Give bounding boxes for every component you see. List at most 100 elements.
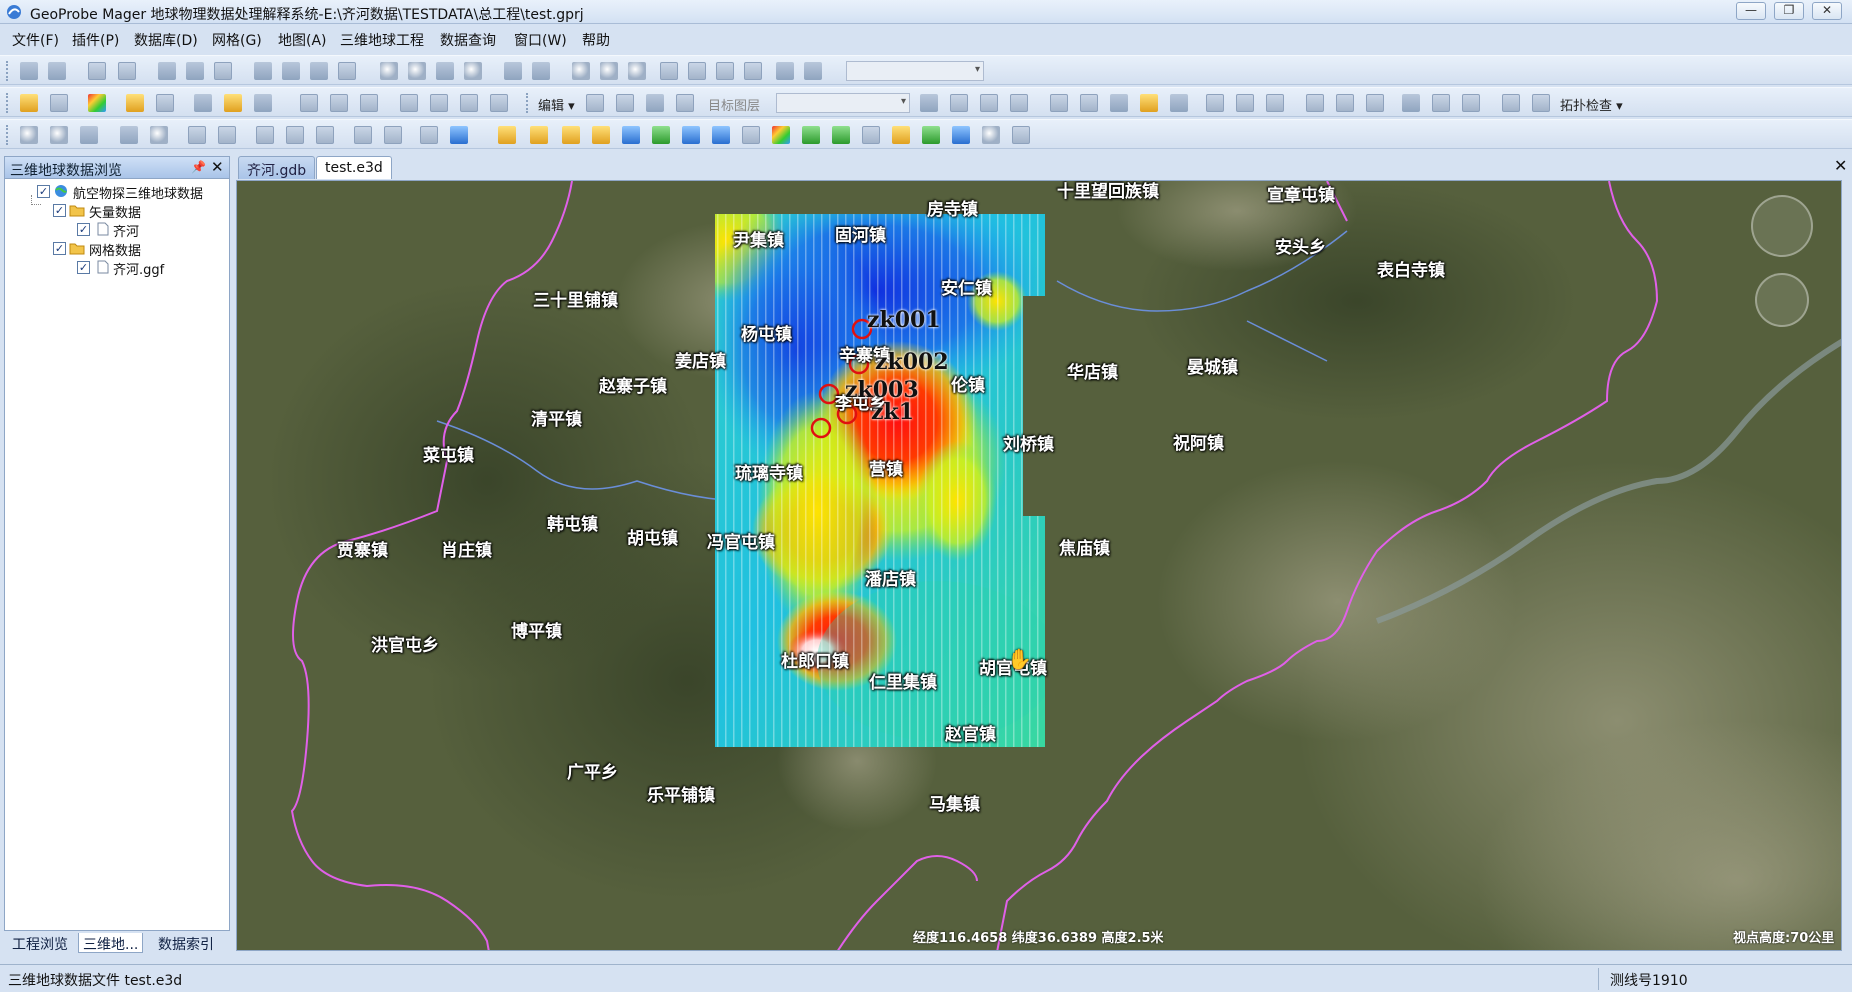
edit-pointer-icon[interactable] (586, 94, 604, 112)
drill-section-icon[interactable] (530, 126, 548, 144)
toolbar-grip[interactable] (6, 125, 10, 145)
toolbar-grip[interactable] (6, 61, 10, 81)
clipboard-icon[interactable] (1266, 94, 1284, 112)
tree-checkbox[interactable]: ✓ (77, 261, 90, 274)
redo-icon[interactable] (1532, 94, 1550, 112)
identify-icon[interactable] (150, 126, 168, 144)
fly-icon[interactable] (712, 126, 730, 144)
pencil-icon[interactable] (646, 94, 664, 112)
raise-icon[interactable] (1306, 94, 1324, 112)
rotate-view-icon[interactable] (286, 126, 304, 144)
layer-add-icon[interactable] (400, 94, 418, 112)
hand-select-icon[interactable] (498, 126, 516, 144)
hatch-icon[interactable] (862, 126, 880, 144)
tree-item-qihe-ggf[interactable]: ✓ 齐河.ggf (67, 259, 227, 278)
menu-grid[interactable]: 网格(G) (212, 30, 262, 50)
cylinder-icon[interactable] (622, 126, 640, 144)
next-view-icon[interactable] (384, 126, 402, 144)
elevation-icon[interactable] (450, 126, 468, 144)
tree-item-qihe[interactable]: ✓ 齐河 (67, 221, 227, 240)
menu-file[interactable]: 文件(F) (12, 30, 59, 50)
zoom-in-3d-icon[interactable] (20, 126, 38, 144)
menu-map[interactable]: 地图(A) (278, 30, 327, 50)
extend-icon[interactable] (1050, 94, 1068, 112)
save-icon[interactable] (254, 94, 272, 112)
add-file-icon[interactable] (832, 126, 850, 144)
refresh-icon[interactable] (118, 62, 136, 80)
cut-icon[interactable] (676, 94, 694, 112)
snap-edge-icon[interactable] (980, 94, 998, 112)
panel-close-icon[interactable]: ✕ (211, 158, 224, 176)
database-icon[interactable] (194, 94, 212, 112)
snap-end-icon[interactable] (1010, 94, 1028, 112)
import-icon[interactable] (48, 62, 66, 80)
pan-hand-icon[interactable] (436, 62, 454, 80)
prev-view-icon[interactable] (354, 126, 372, 144)
select-arrow-icon[interactable] (186, 62, 204, 80)
merge-icon[interactable] (1110, 94, 1128, 112)
topology-check-dropdown[interactable]: 拓扑检查 ▾ (1560, 95, 1623, 114)
menu-plugin[interactable]: 插件(P) (72, 30, 119, 50)
minimize-button[interactable]: — (1736, 2, 1766, 20)
forward-arrow-icon[interactable] (532, 62, 550, 80)
color-map-icon[interactable] (772, 126, 790, 144)
tree-item-vector-data[interactable]: ✓ 矢量数据 (45, 202, 225, 221)
text-tool-icon[interactable] (158, 62, 176, 80)
tree-item-grid-data[interactable]: ✓ 网格数据 (45, 240, 225, 259)
scale-combo[interactable]: ▾ (846, 61, 984, 81)
split-feature-icon[interactable] (1170, 94, 1188, 112)
orbit-icon[interactable] (982, 126, 1000, 144)
pan-3d-icon[interactable] (80, 126, 98, 144)
lower-icon[interactable] (1336, 94, 1354, 112)
zoom-extent-icon[interactable] (572, 62, 590, 80)
trim-icon[interactable] (1080, 94, 1098, 112)
table-icon[interactable] (214, 62, 232, 80)
pointer-3d-icon[interactable] (120, 126, 138, 144)
fit-height-icon[interactable] (716, 62, 734, 80)
delete-x-icon[interactable] (1402, 94, 1420, 112)
paste-feature-icon[interactable] (1236, 94, 1254, 112)
terrain-icon[interactable] (420, 126, 438, 144)
rectangle-icon[interactable] (88, 62, 106, 80)
back-arrow-icon[interactable] (504, 62, 522, 80)
edit-vertex-icon[interactable] (616, 94, 634, 112)
measure-area-icon[interactable] (218, 126, 236, 144)
layer-edit-icon[interactable] (460, 94, 478, 112)
target-layer-combo[interactable]: ▾ (776, 93, 910, 113)
menu-data-query[interactable]: 数据查询 (440, 30, 496, 50)
zoom-in-icon[interactable] (380, 62, 398, 80)
column-icon[interactable] (592, 126, 610, 144)
list-view-icon[interactable] (330, 94, 348, 112)
fit-width-icon[interactable] (688, 62, 706, 80)
earth-icon[interactable] (922, 126, 940, 144)
snap-icon[interactable] (920, 94, 938, 112)
tree-checkbox[interactable]: ✓ (53, 204, 66, 217)
page-icon[interactable] (744, 62, 762, 80)
open-folder-icon[interactable] (20, 94, 38, 112)
full-extent-icon[interactable] (660, 62, 678, 80)
globe-icon[interactable] (464, 62, 482, 80)
copy-feature-icon[interactable] (1206, 94, 1224, 112)
rotate-icon[interactable] (682, 126, 700, 144)
folder-icon[interactable] (224, 94, 242, 112)
menu-window[interactable]: 窗口(W) (514, 30, 567, 50)
tilt-icon[interactable] (316, 126, 334, 144)
menu-help[interactable]: 帮助 (582, 30, 610, 50)
edit-node-icon[interactable] (254, 62, 272, 80)
reshape-icon[interactable] (1366, 94, 1384, 112)
export-image-icon[interactable] (776, 62, 794, 80)
union-icon[interactable] (1140, 94, 1158, 112)
tree-checkbox[interactable]: ✓ (53, 242, 66, 255)
tab-qihe-gdb[interactable]: 齐河.gdb (238, 156, 316, 179)
pin-icon[interactable]: 📌 (191, 160, 206, 174)
target-icon[interactable] (652, 126, 670, 144)
toolbar-grip[interactable] (526, 93, 530, 113)
3d-earth-view[interactable]: 十里望回族镇 宣章屯镇 房寺镇 尹集镇 固河镇 安头乡 表白寺镇 三十里铺镇 安… (236, 180, 1842, 951)
paste-icon[interactable] (1462, 94, 1480, 112)
document-close-icon[interactable]: ✕ (1834, 156, 1847, 175)
list-icon[interactable] (300, 94, 318, 112)
grid-icon[interactable] (156, 94, 174, 112)
color-grid-icon[interactable] (88, 94, 106, 112)
zoom-layer-icon[interactable] (600, 62, 618, 80)
tree-checkbox[interactable]: ✓ (37, 185, 50, 198)
